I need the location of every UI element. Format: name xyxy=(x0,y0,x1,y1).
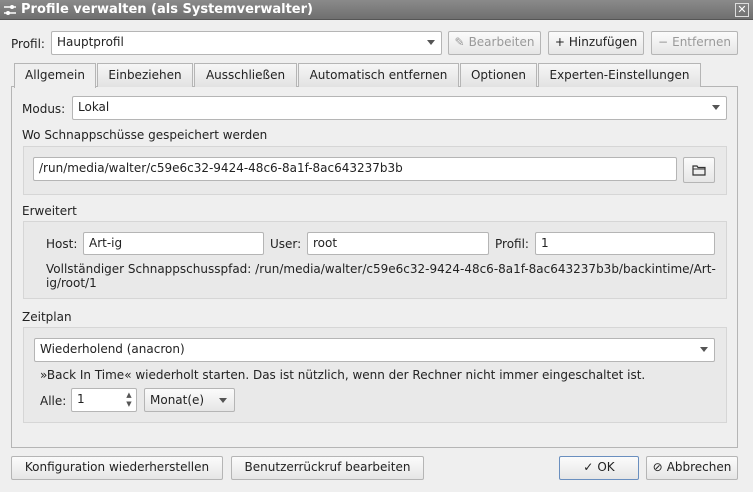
chevron-down-icon xyxy=(219,398,227,403)
folder-icon xyxy=(692,165,706,176)
snapshot-path-value: /run/media/walter/c59e6c32-9424-48c6-8a1… xyxy=(39,161,403,175)
cancel-label: Abbrechen xyxy=(666,460,732,474)
schedule-hint: »Back In Time« wiederholt starten. Das i… xyxy=(40,368,646,382)
tab-include-label: Einbeziehen xyxy=(108,68,182,82)
every-value: 1 xyxy=(77,392,85,406)
sliders-icon xyxy=(4,5,16,15)
edit-user-callback-button[interactable]: Benutzerrückruf bearbeiten xyxy=(231,456,424,480)
profile-id-label: Profil: xyxy=(495,237,529,251)
tab-auto-remove[interactable]: Automatisch entfernen xyxy=(298,63,459,87)
window-title: Profile verwalten (als Systemverwalter) xyxy=(21,2,313,17)
browse-folder-button[interactable] xyxy=(683,157,715,183)
remove-profile-button[interactable]: − Entfernen xyxy=(651,31,738,55)
full-path-line-1: Vollständiger Schnappschusspfad: /run/me… xyxy=(46,262,716,276)
chevron-down-icon xyxy=(700,347,708,352)
tab-general[interactable]: Allgemein xyxy=(14,63,96,88)
ok-label: OK xyxy=(597,460,615,474)
restore-config-label: Konfiguration wiederherstellen xyxy=(24,460,210,474)
unit-select-value: Monat(e) xyxy=(150,393,205,407)
advanced-heading: Erweitert xyxy=(22,204,77,218)
check-icon: ✓ xyxy=(583,460,594,474)
mode-select-value: Lokal xyxy=(78,100,110,114)
edit-user-callback-label: Benutzerrückruf bearbeiten xyxy=(244,460,411,474)
tab-exclude[interactable]: Ausschließen xyxy=(194,63,297,87)
chevron-down-icon xyxy=(712,105,720,110)
pencil-icon: ✎ xyxy=(454,35,465,49)
profile-id-value: 1 xyxy=(541,236,549,250)
cancel-icon: ⊘ xyxy=(652,460,663,474)
schedule-select[interactable]: Wiederholend (anacron) xyxy=(34,338,715,362)
minus-icon: − xyxy=(658,35,669,49)
profile-label: Profil: xyxy=(11,37,45,51)
mode-label: Modus: xyxy=(22,102,66,116)
tab-auto-remove-label: Automatisch entfernen xyxy=(309,68,448,82)
mode-select[interactable]: Lokal xyxy=(72,96,727,120)
restore-config-button[interactable]: Konfiguration wiederherstellen xyxy=(11,456,223,480)
tab-options[interactable]: Optionen xyxy=(460,63,537,87)
where-heading: Wo Schnappschüsse gespeichert werden xyxy=(22,128,268,142)
every-label: Alle: xyxy=(40,394,67,408)
plus-icon: + xyxy=(554,35,565,49)
user-label: User: xyxy=(270,237,302,251)
add-profile-label: Hinzufügen xyxy=(568,35,638,49)
user-value: root xyxy=(313,236,338,250)
schedule-heading: Zeitplan xyxy=(22,310,72,324)
host-input[interactable]: Art-ig xyxy=(83,232,264,255)
profile-select-value: Hauptprofil xyxy=(57,35,124,49)
user-input[interactable]: root xyxy=(307,232,489,255)
tab-include[interactable]: Einbeziehen xyxy=(97,63,193,87)
chevron-down-icon xyxy=(427,40,435,45)
host-value: Art-ig xyxy=(89,236,123,250)
full-path-line-2: ig/root/1 xyxy=(46,276,97,290)
tab-exclude-label: Ausschließen xyxy=(205,68,286,82)
title-bar[interactable]: Profile verwalten (als Systemverwalter) … xyxy=(0,0,753,20)
tab-general-label: Allgemein xyxy=(25,68,85,82)
every-spinbox[interactable]: 1 ▲ ▼ xyxy=(71,388,137,412)
add-profile-button[interactable]: + Hinzufügen xyxy=(548,31,644,55)
remove-profile-label: Entfernen xyxy=(672,35,731,49)
host-label: Host: xyxy=(46,237,78,251)
profile-select[interactable]: Hauptprofil xyxy=(51,31,442,55)
spin-arrows-icon[interactable]: ▲ ▼ xyxy=(124,391,134,409)
cancel-button[interactable]: ⊘ Abbrechen xyxy=(646,456,738,480)
close-icon[interactable]: ✕ xyxy=(735,3,749,17)
edit-profile-button[interactable]: ✎ Bearbeiten xyxy=(448,31,541,55)
ok-button[interactable]: ✓ OK xyxy=(559,456,639,480)
edit-profile-label: Bearbeiten xyxy=(468,35,535,49)
snapshot-path-input[interactable]: /run/media/walter/c59e6c32-9424-48c6-8a1… xyxy=(33,157,677,181)
tab-options-label: Optionen xyxy=(470,68,527,82)
profile-id-input[interactable]: 1 xyxy=(535,232,715,255)
tab-expert-settings[interactable]: Experten-Einstellungen xyxy=(538,63,701,87)
tab-expert-settings-label: Experten-Einstellungen xyxy=(549,68,690,82)
unit-select[interactable]: Monat(e) xyxy=(144,388,235,412)
schedule-select-value: Wiederholend (anacron) xyxy=(40,342,185,356)
